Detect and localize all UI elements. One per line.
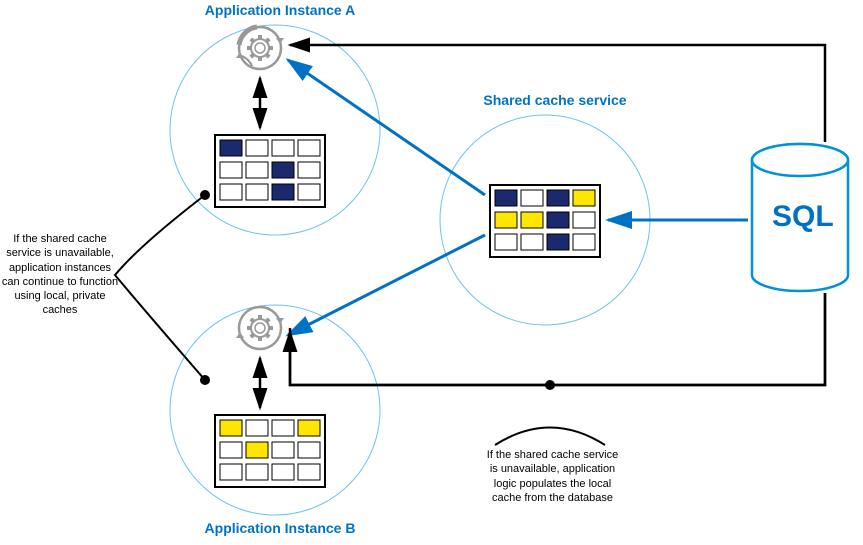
- label-shared-cache: Shared cache service: [475, 92, 635, 108]
- gear-icon-a: [236, 27, 284, 69]
- arc-bottom: [495, 428, 605, 446]
- cache-grid-b: [215, 415, 325, 487]
- cache-grid-a: [215, 135, 325, 207]
- gear-icon-b: [236, 307, 284, 349]
- arrow-cache-to-b: [288, 235, 485, 335]
- bracket-left: [115, 195, 205, 380]
- annotation-left: If the shared cache service is unavailab…: [0, 232, 120, 318]
- arrow-sql-to-b: [290, 293, 825, 385]
- shared-cache-grid: [490, 185, 600, 257]
- label-instance-a: Application Instance A: [190, 2, 370, 18]
- annotation-bottom: If the shared cache service is unavailab…: [485, 448, 620, 505]
- label-sql: SQL: [772, 200, 834, 234]
- diagram-canvas: [0, 0, 863, 545]
- label-instance-b: Application Instance B: [190, 520, 370, 536]
